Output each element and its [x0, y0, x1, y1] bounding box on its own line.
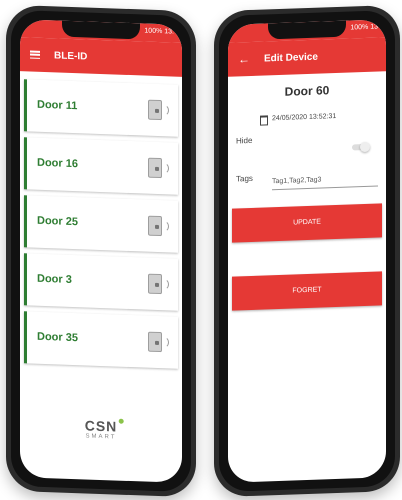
door-card[interactable]: Door 11	[24, 79, 178, 137]
right-phone-bezel: 100% 13 ← Edit Device Door 60 Hide 24/05…	[219, 9, 395, 493]
door-card[interactable]: Door 3	[24, 253, 178, 311]
tags-input[interactable]: Tag1,Tag2,Tag3	[272, 174, 378, 191]
date-text: 24/05/2020 13:52:31	[272, 112, 337, 123]
right-phone-screen: 100% 13 ← Edit Device Door 60 Hide 24/05…	[228, 19, 386, 483]
device-name: Door 60	[284, 83, 330, 99]
door-card[interactable]: Door 25	[24, 195, 178, 253]
lock-icon	[146, 98, 169, 123]
left-status-text: 100% 13:	[144, 27, 174, 36]
door-label: Door 16	[37, 156, 78, 171]
left-phone: 100% 13: BLE-ID Door 11 Door 16 Door 25	[6, 4, 196, 498]
right-app-bar: ← Edit Device	[228, 37, 386, 77]
back-arrow-icon[interactable]: ←	[238, 52, 250, 66]
tags-label: Tags	[236, 173, 253, 184]
logo-main-text: CSN	[84, 417, 118, 435]
door-label: Door 25	[37, 214, 78, 229]
left-phone-screen: 100% 13: BLE-ID Door 11 Door 16 Door 25	[20, 19, 182, 483]
door-label: Door 35	[37, 330, 78, 345]
lock-icon	[146, 330, 169, 355]
door-card[interactable]: Door 35	[24, 311, 178, 369]
right-notch	[268, 20, 346, 40]
door-label: Door 3	[37, 272, 72, 286]
lock-icon	[146, 156, 169, 181]
csn-smart-logo: CSN SMART	[84, 417, 124, 441]
logo-sub-text: SMART	[85, 433, 117, 441]
right-status-text: 100% 13	[350, 23, 378, 32]
door-card[interactable]: Door 16	[24, 137, 178, 195]
app-title: BLE-ID	[54, 49, 88, 63]
door-list: Door 11 Door 16 Door 25 Door 3 Door 35	[24, 79, 178, 374]
left-app-bar: BLE-ID	[20, 37, 182, 77]
left-notch	[62, 20, 140, 40]
logo-dot	[118, 418, 124, 424]
menu-icon[interactable]	[30, 50, 40, 59]
hide-label: Hide	[236, 135, 253, 146]
forget-button[interactable]: FOGRET	[232, 271, 382, 311]
calendar-icon	[260, 115, 268, 126]
hide-toggle[interactable]	[352, 141, 370, 153]
edit-device-title: Edit Device	[264, 51, 318, 65]
left-phone-bezel: 100% 13: BLE-ID Door 11 Door 16 Door 25	[11, 9, 191, 493]
lock-icon	[146, 214, 169, 239]
door-label: Door 11	[37, 98, 78, 113]
right-phone: 100% 13 ← Edit Device Door 60 Hide 24/05…	[214, 4, 400, 498]
update-button[interactable]: UPDATE	[232, 203, 382, 243]
lock-icon	[146, 272, 169, 297]
